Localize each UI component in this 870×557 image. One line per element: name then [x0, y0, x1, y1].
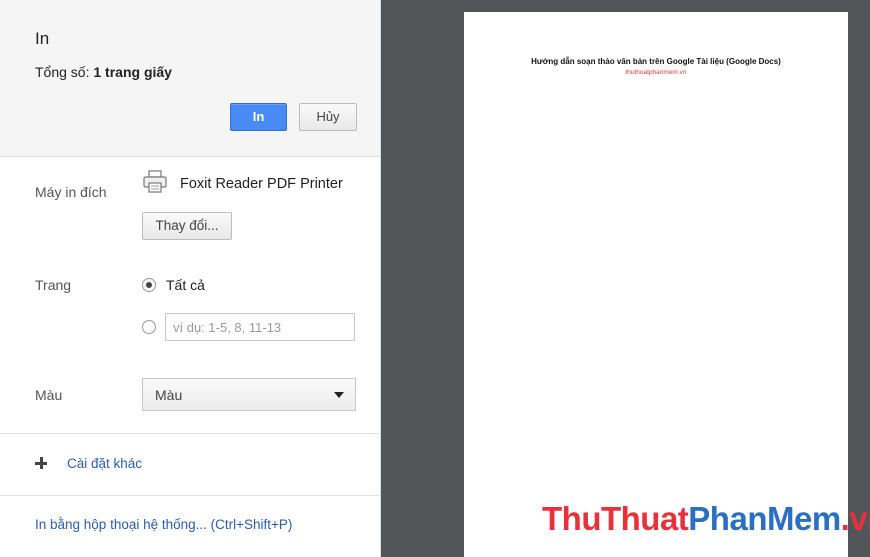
watermark-part-2: PhanMem — [688, 500, 841, 537]
all-pages-radio[interactable] — [142, 278, 156, 292]
color-label: Màu — [35, 387, 63, 403]
more-settings-link[interactable]: Cài đặt khác — [67, 456, 142, 471]
cancel-button[interactable]: Hủy — [299, 103, 357, 131]
color-select[interactable]: Màu — [142, 378, 356, 411]
plus-icon[interactable] — [35, 457, 47, 469]
divider — [0, 495, 380, 496]
destination-label: Máy in đích — [35, 184, 107, 200]
document-title: Hướng dẫn soạn thảo văn bản trên Google … — [531, 57, 781, 66]
print-settings-sidebar: In Tổng số: 1 trang giấy In Hủy Máy in đ… — [0, 0, 381, 557]
page-title: In — [35, 29, 50, 48]
print-button[interactable]: In — [230, 103, 287, 131]
document-subtitle: thuthuatphanmem.vn — [625, 69, 687, 76]
printer-name: Foxit Reader PDF Printer — [180, 176, 343, 192]
preview-page: Hướng dẫn soạn thảo văn bản trên Google … — [464, 12, 848, 557]
summary-value: 1 trang giấy — [93, 64, 172, 80]
all-pages-label[interactable]: Tất cả — [166, 277, 205, 293]
watermark-logo: ThuThuatPhanMem.vn — [542, 500, 870, 538]
color-select-value: Màu — [155, 387, 183, 403]
summary-label: Tổng số: — [35, 64, 90, 80]
change-destination-button[interactable]: Thay đổi... — [142, 212, 232, 240]
printer-icon — [143, 170, 167, 193]
print-header: In Tổng số: 1 trang giấy In Hủy — [0, 0, 380, 157]
print-preview-area: Hướng dẫn soạn thảo văn bản trên Google … — [381, 0, 870, 557]
watermark-part-1: ThuThuat — [542, 500, 689, 537]
divider — [0, 433, 380, 434]
custom-pages-radio[interactable] — [142, 320, 156, 334]
pages-label: Trang — [35, 277, 72, 293]
page-count-summary: Tổng số: 1 trang giấy — [35, 64, 172, 80]
custom-pages-input[interactable] — [165, 313, 355, 341]
watermark-part-3: .vn — [840, 500, 870, 537]
dropdown-arrow-icon — [334, 392, 344, 398]
system-dialog-link[interactable]: In bằng hộp thoại hệ thống... (Ctrl+Shif… — [35, 517, 292, 532]
